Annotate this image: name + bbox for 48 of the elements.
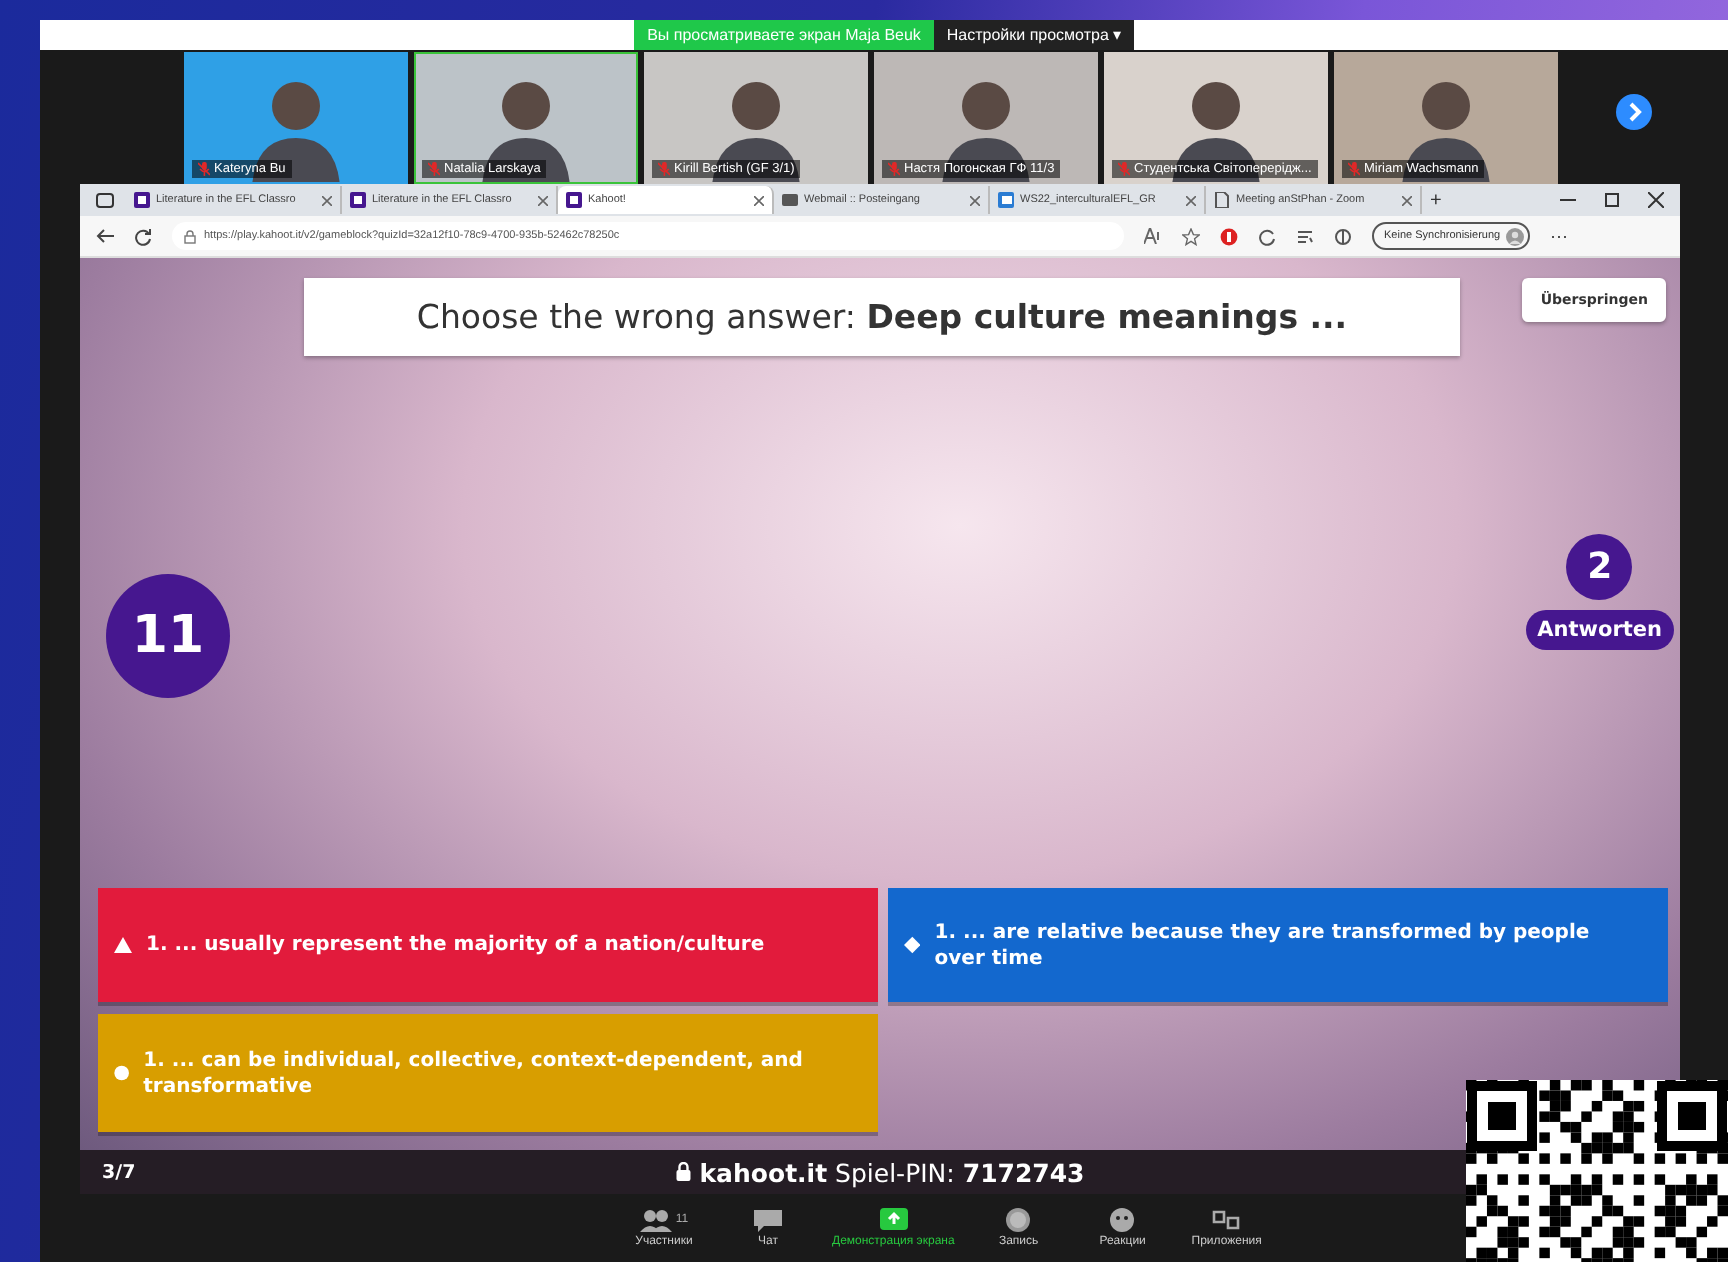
answers-label: Antworten: [1525, 610, 1674, 650]
game-pin: 7172743: [962, 1157, 1085, 1187]
document-icon: [998, 192, 1014, 208]
kahoot-favicon-icon: [134, 192, 150, 208]
close-icon[interactable]: [1648, 192, 1664, 208]
chat-bubble-icon: [752, 1208, 784, 1232]
question-title: Choose the wrong answer: Deep culture meanings ...: [416, 298, 1348, 336]
restore-icon[interactable]: [1604, 192, 1620, 208]
countdown-timer: 11: [106, 574, 230, 698]
participants-icon: [639, 1208, 672, 1232]
smiley-icon: [1106, 1208, 1139, 1232]
answer-count: 2: [1566, 534, 1633, 600]
read-aloud-icon[interactable]: [1144, 228, 1162, 244]
triangle-icon: [114, 936, 132, 954]
apps-icon: [1210, 1208, 1243, 1232]
diamond-icon: [904, 936, 921, 954]
kahoot-favicon-icon: [566, 192, 582, 208]
ad-block-icon[interactable]: [1220, 227, 1238, 245]
close-tab-icon[interactable]: [538, 195, 548, 205]
favorite-star-icon[interactable]: [1182, 227, 1200, 245]
reload-icon[interactable]: [134, 227, 152, 245]
lock-icon: [184, 229, 196, 243]
close-tab-icon[interactable]: [1186, 195, 1196, 205]
back-icon[interactable]: [96, 228, 114, 244]
next-page-icon[interactable]: [1616, 94, 1652, 130]
answer-option[interactable]: 1. ... are relative because they are transformed by people over time: [888, 888, 1668, 1002]
mail-icon: [782, 192, 798, 208]
screen-share-banner: Вы просматриваете экран Maja Beuk: [634, 20, 934, 50]
close-tab-icon[interactable]: [970, 195, 980, 205]
close-tab-icon[interactable]: [754, 195, 764, 205]
lock-icon: [675, 1162, 692, 1182]
page-icon: [1214, 192, 1230, 208]
circle-icon: [114, 1064, 130, 1082]
site-address: kahoot.it: [699, 1157, 828, 1187]
refresh-icon[interactable]: [1258, 227, 1276, 245]
new-tab-button[interactable]: +: [1430, 189, 1442, 211]
close-tab-icon[interactable]: [322, 195, 332, 205]
close-tab-icon[interactable]: [1402, 195, 1412, 205]
pin-label: Spiel-PIN:: [835, 1157, 955, 1187]
share-screen-icon: [877, 1208, 910, 1232]
question-counter: 3/7: [102, 1161, 136, 1183]
avatar-icon: [1506, 227, 1525, 245]
record-icon: [1002, 1208, 1035, 1232]
view-options-button[interactable]: Настройки просмотра ▾: [934, 20, 1134, 50]
workspaces-icon[interactable]: [96, 192, 114, 208]
answer-option[interactable]: 1. ... usually represent the majority of a nation/culture: [98, 888, 878, 1002]
kahoot-favicon-icon: [350, 192, 366, 208]
more-menu-button[interactable]: ⋯: [1550, 226, 1569, 246]
